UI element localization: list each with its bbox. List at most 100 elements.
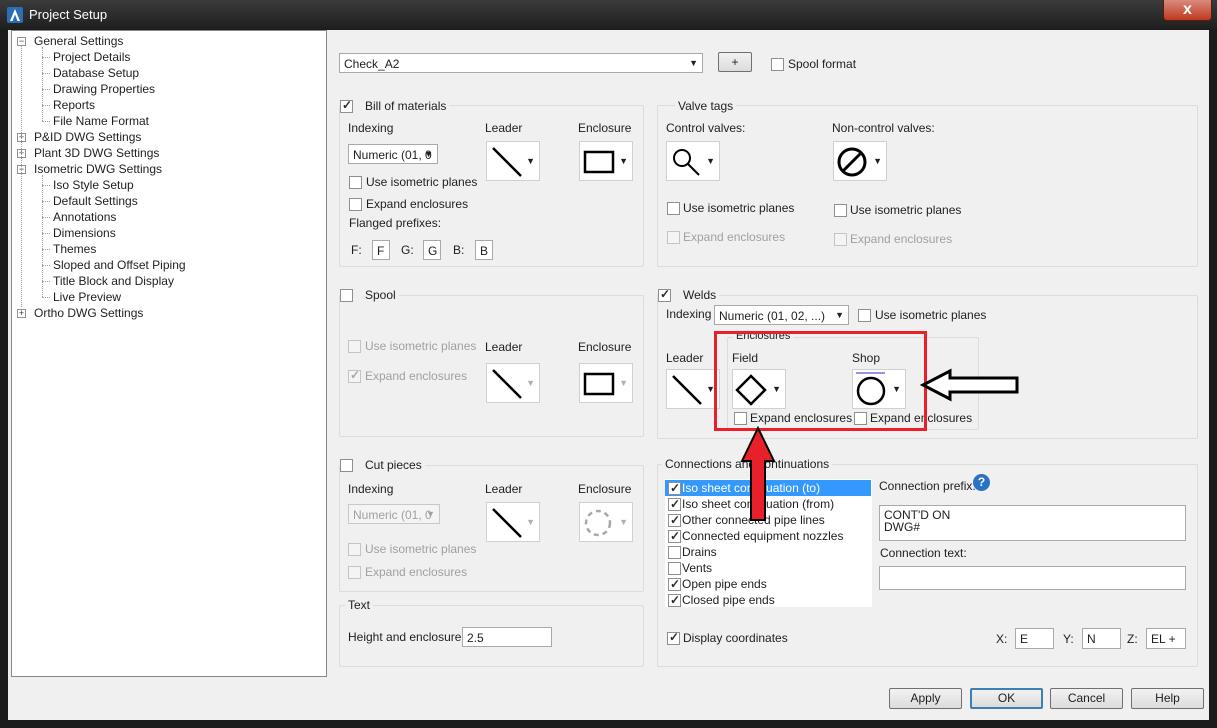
connection-list-item[interactable]: Open pipe ends — [665, 576, 871, 592]
help-icon[interactable]: ? — [973, 474, 990, 491]
connection-item-checkbox[interactable] — [668, 512, 681, 528]
height-enclosure-input[interactable]: 2.5 — [462, 627, 552, 647]
cut-pieces-checkbox[interactable] — [340, 459, 353, 472]
height-enclosure-label: Height and enclosure: — [348, 630, 465, 644]
y-coordinate-input[interactable]: N — [1082, 628, 1121, 649]
connection-text-label: Connection text: — [880, 546, 967, 560]
highlight-box — [714, 331, 927, 431]
no-symbol-icon — [837, 147, 867, 177]
connection-item-checkbox[interactable] — [668, 576, 681, 592]
connection-list-item[interactable]: Closed pipe ends — [665, 592, 871, 608]
valve-title: Valve tags — [675, 99, 737, 113]
connection-item-checkbox[interactable] — [668, 546, 681, 559]
tree-item[interactable]: Live Preview — [53, 289, 121, 305]
bom-use-iso-label: Use isometric planes — [366, 175, 478, 189]
close-button[interactable]: x — [1163, 0, 1212, 21]
tree-item[interactable]: General Settings — [34, 33, 123, 49]
welds-use-iso-checkbox[interactable] — [858, 309, 871, 322]
spool-leader-button[interactable]: ▼ — [486, 363, 540, 403]
cut-enclosure-button[interactable]: ▼ — [579, 502, 633, 542]
apply-button[interactable]: Apply — [889, 688, 962, 709]
bom-checkbox[interactable] — [340, 98, 353, 113]
control-use-iso-label: Use isometric planes — [683, 201, 795, 215]
display-coordinates-checkbox[interactable] — [667, 630, 680, 645]
tree-item[interactable]: Title Block and Display — [53, 273, 174, 289]
tree-item[interactable]: Annotations — [53, 209, 116, 225]
connection-item-checkbox[interactable] — [668, 528, 681, 544]
tree-item[interactable]: Iso Style Setup — [53, 177, 134, 193]
tree-item[interactable]: Reports — [53, 97, 95, 113]
bom-enclosure-button[interactable]: ▼ — [579, 141, 633, 181]
tree-connector — [42, 89, 50, 90]
g-prefix-input[interactable]: G — [423, 240, 441, 260]
bom-leader-button[interactable]: ▼ — [486, 141, 540, 181]
connection-list-item[interactable]: Connected equipment nozzles — [665, 528, 871, 544]
noncontrol-valve-tag-button[interactable]: ▼ — [833, 141, 887, 181]
chevron-down-icon: ▼ — [526, 378, 535, 388]
chevron-down-icon: ▼ — [689, 58, 698, 68]
cut-expand-checkbox[interactable] — [348, 566, 361, 579]
noncontrol-valves-label: Non-control valves: — [832, 121, 935, 135]
settings-tree[interactable]: − General Settings Project Details Database… — [11, 30, 327, 677]
add-style-button[interactable]: + — [718, 52, 752, 72]
connection-item-checkbox[interactable] — [668, 496, 681, 512]
connection-item-checkbox[interactable] — [668, 592, 681, 608]
connection-list-item[interactable]: Drains — [665, 544, 871, 560]
text-title: Text — [345, 598, 374, 612]
noncontrol-use-iso-checkbox[interactable] — [834, 204, 847, 217]
welds-indexing-combo[interactable]: Numeric (01, 02, ...) ▼ — [714, 305, 849, 325]
connection-text-input[interactable] — [879, 566, 1186, 590]
spool-leader-label: Leader — [485, 340, 523, 354]
tree-item[interactable]: File Name Format — [53, 113, 149, 129]
tree-item[interactable]: Database Setup — [53, 65, 139, 81]
connection-item-checkbox[interactable] — [668, 480, 681, 496]
tree-item[interactable]: Ortho DWG Settings — [34, 305, 143, 321]
connection-list-item[interactable]: Vents — [665, 560, 871, 576]
spool-use-iso-checkbox[interactable] — [348, 340, 361, 353]
connection-prefix-input[interactable]: CONT'D ON DWG# — [879, 505, 1186, 541]
chevron-down-icon: ▼ — [526, 156, 535, 166]
welds-leader-button[interactable]: ▼ — [666, 369, 720, 409]
dashed-circle-icon — [584, 509, 612, 537]
connection-item-checkbox[interactable] — [668, 562, 681, 575]
spool-format-checkbox[interactable] — [771, 58, 784, 71]
cut-use-iso-checkbox[interactable] — [348, 543, 361, 556]
ok-button[interactable]: OK — [970, 688, 1043, 709]
leader-line-icon — [672, 375, 702, 405]
spool-checkbox[interactable] — [340, 289, 353, 302]
control-expand-checkbox[interactable] — [667, 231, 680, 244]
bom-expand-checkbox[interactable] — [349, 198, 362, 211]
cut-leader-button[interactable]: ▼ — [486, 502, 540, 542]
cancel-button[interactable]: Cancel — [1050, 688, 1123, 709]
help-button[interactable]: Help — [1131, 688, 1204, 709]
x-coordinate-input[interactable]: E — [1015, 628, 1054, 649]
control-use-iso-checkbox[interactable] — [667, 202, 680, 215]
noncontrol-expand-checkbox[interactable] — [834, 233, 847, 246]
tree-connector — [42, 121, 50, 122]
tree-item[interactable]: Sloped and Offset Piping — [53, 257, 186, 273]
style-combo[interactable]: Check_A2 ▼ — [339, 53, 703, 73]
tree-connector — [42, 57, 50, 58]
bom-indexing-combo[interactable]: Numeric (01, 0 ▼ — [348, 144, 438, 164]
control-valve-tag-button[interactable]: ▼ — [666, 141, 720, 181]
tree-item[interactable]: Isometric DWG Settings — [34, 161, 162, 177]
expand-plus-icon[interactable]: + — [17, 309, 26, 318]
welds-checkbox[interactable] — [658, 287, 671, 302]
connection-item-label: Drains — [682, 545, 717, 559]
cut-indexing-combo[interactable]: Numeric (01, 0 ▼ — [348, 504, 440, 524]
f-prefix-input[interactable]: F — [372, 240, 390, 260]
tree-item[interactable]: Drawing Properties — [53, 81, 155, 97]
tree-item[interactable]: Themes — [53, 241, 96, 257]
spool-expand-checkbox[interactable] — [348, 368, 361, 383]
b-prefix-input[interactable]: B — [475, 240, 493, 260]
tree-item[interactable]: P&ID DWG Settings — [34, 129, 141, 145]
tree-item[interactable]: Default Settings — [53, 193, 138, 209]
tree-item[interactable]: Plant 3D DWG Settings — [34, 145, 159, 161]
red-up-arrow-icon — [740, 425, 776, 521]
connection-prefix-label: Connection prefix: — [879, 479, 976, 493]
z-coordinate-input[interactable]: EL + — [1146, 628, 1186, 649]
bom-use-iso-checkbox[interactable] — [349, 176, 362, 189]
spool-enclosure-button[interactable]: ▼ — [579, 363, 633, 403]
tree-item[interactable]: Dimensions — [53, 225, 116, 241]
tree-item[interactable]: Project Details — [53, 49, 130, 65]
